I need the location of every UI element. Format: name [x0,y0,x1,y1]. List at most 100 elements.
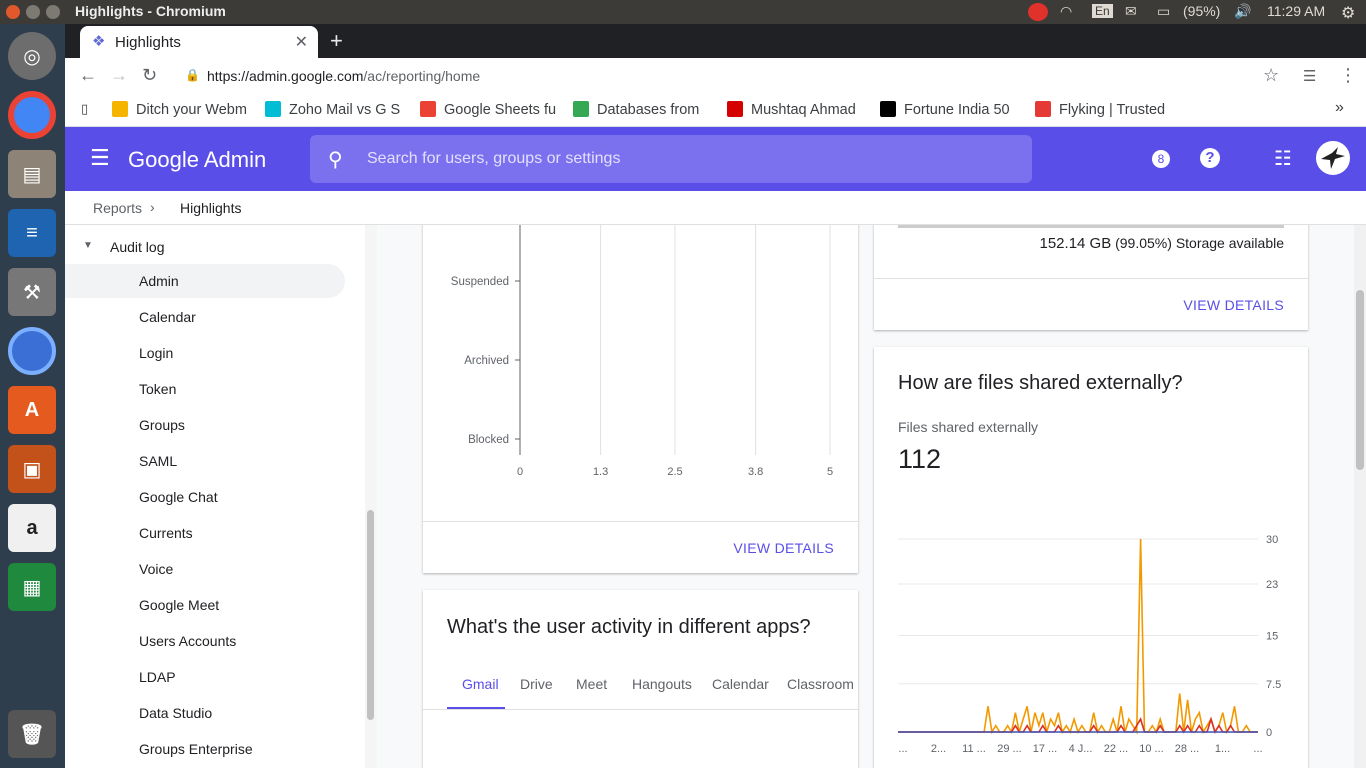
mail-icon[interactable]: ✉ [1125,3,1137,20]
tab-divider [423,709,858,710]
eagle-avatar-icon [1321,147,1345,169]
support-badge-icon[interactable]: 8 [1152,150,1170,168]
help-icon[interactable]: ? [1200,148,1220,168]
sidebar-item-google-chat[interactable]: Google Chat [65,480,345,514]
chromium-launcher-icon[interactable] [8,327,56,375]
bookmark-item[interactable]: Flyking | Trusted [1035,101,1175,118]
sidebar-item-users-accounts[interactable]: Users Accounts [65,624,345,658]
wifi-icon[interactable]: ◠ [1060,3,1072,20]
volume-icon[interactable]: 🔊 [1234,3,1251,20]
writer-launcher-icon[interactable]: ≡ [8,209,56,257]
x-tick-label: 2.5 [667,466,682,478]
tab-drive[interactable]: Drive [520,676,553,692]
amazon-launcher-icon[interactable]: a [8,504,56,552]
sidebar-item-data-studio[interactable]: Data Studio [65,696,345,730]
chrome-launcher-icon[interactable] [8,91,56,139]
url-path: /ac/reporting/home [363,68,481,84]
sidebar-item-login[interactable]: Login [65,336,345,370]
bookmark-star-icon[interactable]: ☆ [1263,65,1279,86]
sidebar-item-google-meet[interactable]: Google Meet [65,588,345,622]
tab-gmail[interactable]: Gmail [462,676,499,692]
lock-icon[interactable]: 🔒 [185,68,200,82]
reload-icon[interactable]: ↻ [142,65,157,86]
bookmark-item[interactable]: Fortune India 50 [880,101,1020,118]
window-title: Highlights - Chromium [75,3,226,19]
admin-search-bar[interactable]: ⚲ Search for users, groups or settings [310,135,1032,183]
sidebar-item-token[interactable]: Token [65,372,345,406]
sidebar-item-admin[interactable]: Admin [65,264,345,298]
google-admin-logo[interactable]: Google Admin [128,147,266,173]
y-tick-label: 30 [1266,534,1278,546]
page-scrollbar[interactable] [1354,225,1366,768]
files-launcher-icon[interactable]: ▤ [8,150,56,198]
x-tick-label: 17 ... [1033,743,1057,755]
main-menu-icon[interactable]: ☰ [90,147,110,169]
close-window-button[interactable] [6,5,20,19]
main-content: Suspended Archived Blocked 0 1.3 2.5 3.8 5 VIE… [377,225,1354,768]
sidebar-item-groups[interactable]: Groups [65,408,345,442]
browser-menu-icon[interactable]: ⋮ [1339,65,1357,86]
do-not-disturb-icon[interactable] [1028,3,1048,21]
user-avatar[interactable] [1316,141,1350,175]
impress-launcher-icon[interactable]: ▣ [8,445,56,493]
storage-view-details-link[interactable]: VIEW DETAILS [1183,297,1284,313]
metric-label: Files shared externally [898,419,1039,435]
sidebar-item-voice[interactable]: Voice [65,552,345,586]
browser-toolbar: ← → ↻ 🔒 https://admin.google.com/ac/repo… [65,58,1366,95]
bookmark-favicon-icon [880,101,896,117]
category-label: Archived [464,355,509,367]
x-tick-label: 11 ... [962,743,986,755]
more-bookmarks-button[interactable]: » [1335,99,1344,117]
user-status-view-details-link[interactable]: VIEW DETAILS [733,540,834,556]
sidebar-item-saml[interactable]: SAML [65,444,345,478]
system-settings-icon[interactable]: ⚙ [1341,3,1355,23]
sidebar-item-calendar[interactable]: Calendar [65,300,345,334]
ubuntu-dash-icon[interactable]: ◎ [8,32,56,80]
x-tick-label: 0 [517,466,523,478]
trash-icon[interactable]: 🗑 [8,710,56,758]
keyboard-layout-indicator[interactable]: En [1092,4,1113,18]
tab-meet[interactable]: Meet [576,676,607,692]
x-tick-label: 10 ... [1139,743,1163,755]
user-status-card: Suspended Archived Blocked 0 1.3 2.5 3.8 5 VIE… [423,225,858,573]
settings-launcher-icon[interactable]: ⚒ [8,268,56,316]
bookmark-item[interactable]: Google Sheets fu [420,101,560,118]
bookmark-item[interactable]: Mushtaq Ahmad [727,101,867,118]
os-top-panel: Highlights - Chromium ◠ En ✉ ▭ (95%) 🔊 1… [0,0,1366,24]
minimize-window-button[interactable] [26,5,40,19]
collapse-caret-icon[interactable]: ▼ [83,240,93,251]
storage-value: 152.14 GB [1039,235,1112,252]
tab-highlights[interactable]: ❖ Highlights ✕ [80,26,318,58]
extension-icon[interactable]: ☰ [1303,67,1316,85]
calc-launcher-icon[interactable]: ▦ [8,563,56,611]
user-activity-card: What's the user activity in different ap… [423,590,858,768]
external-sharing-title: How are files shared externally? [898,372,1183,394]
page-scrollbar-thumb[interactable] [1356,290,1364,470]
bookmark-item[interactable]: Databases from [573,101,715,118]
forward-arrow-icon[interactable]: → [110,65,128,86]
address-bar[interactable]: https://admin.google.com/ac/reporting/ho… [207,68,480,84]
maximize-window-button[interactable] [46,5,60,19]
apps-shortcut-icon[interactable]: ▯ [81,101,88,117]
clock[interactable]: 11:29 AM [1267,3,1325,19]
sidebar-item-groups-enterprise[interactable]: Groups Enterprise [65,732,345,766]
breadcrumb-reports[interactable]: Reports [93,200,142,216]
apps-grid-icon[interactable]: ☷ [1274,146,1292,171]
sidebar-section-audit-log[interactable]: Audit log [110,239,164,255]
new-tab-button[interactable]: + [330,28,343,54]
sidebar-item-currents[interactable]: Currents [65,516,345,550]
software-center-icon[interactable]: A [8,386,56,434]
close-tab-icon[interactable]: ✕ [295,32,308,52]
sidebar-scrollbar-thumb[interactable] [367,510,374,720]
tab-classroom[interactable]: Classroom [787,676,854,692]
sidebar-scrollbar[interactable] [365,225,377,768]
bookmark-item[interactable]: Ditch your Webm [112,101,252,118]
tab-hangouts[interactable]: Hangouts [632,676,692,692]
back-arrow-icon[interactable]: ← [79,65,97,86]
bookmark-item[interactable]: Zoho Mail vs G S [265,101,405,118]
bookmark-favicon-icon [420,101,436,117]
tab-calendar[interactable]: Calendar [712,676,769,692]
sidebar-item-ldap[interactable]: LDAP [65,660,345,694]
x-tick-label: ... [898,743,907,755]
battery-icon[interactable]: ▭ [1157,3,1170,20]
